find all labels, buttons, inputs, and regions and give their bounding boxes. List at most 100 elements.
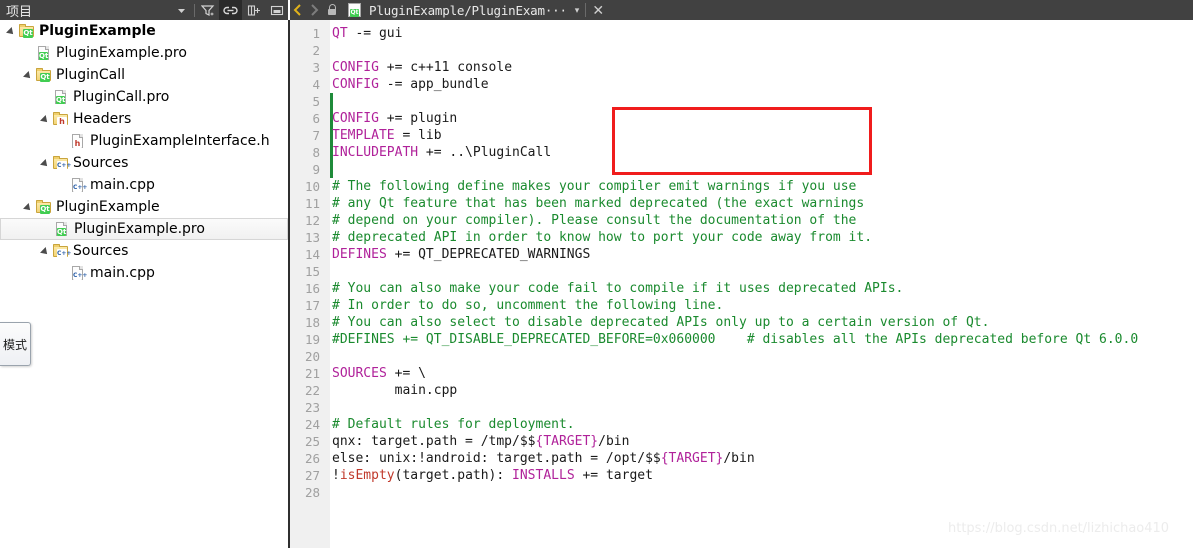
code-line-text: qnx: target.path = /tmp/$${TARGET}/bin: [332, 433, 629, 450]
code-line-text: INCLUDEPATH += ..\PluginCall: [332, 144, 551, 161]
code-line: 16 # You can also make your code fail to …: [290, 280, 1193, 297]
tree-item-label: PluginCall.pro: [73, 89, 170, 105]
expand-collapse-arrow-icon[interactable]: [40, 158, 53, 169]
tree-item-label: PluginExample.pro: [74, 221, 205, 237]
code-token: += ..\PluginCall: [425, 145, 552, 160]
line-number: 14: [304, 247, 320, 262]
tree-arrow-placeholder: [57, 180, 70, 191]
navigate-back-button[interactable]: [290, 0, 306, 20]
code-line: 13 # deprecated API in order to know how …: [290, 229, 1193, 246]
tree-item-pluginexample-pro[interactable]: Qt PluginExample.pro: [0, 42, 288, 64]
filter-dropdown-caret-icon[interactable]: [170, 0, 193, 20]
editor-tab-title[interactable]: PluginExample/PluginExam···: [369, 3, 567, 18]
line-number: 3: [312, 60, 320, 75]
code-token: += plugin: [386, 111, 458, 126]
qt-badge: Qt: [39, 52, 49, 60]
code-line-text: # You can also make your code fail to co…: [332, 280, 903, 297]
mode-selector-tab[interactable]: 模式: [0, 322, 31, 366]
qt-badge: Qt: [350, 8, 359, 17]
code-text-area[interactable]: 1 QT -= gui 2 3 CONFIG += c++11 console 4 CONF…: [290, 20, 1193, 548]
cpp-folder-icon: C++: [53, 155, 72, 171]
code-token: += \: [394, 366, 426, 381]
code-line-text: # any Qt feature that has been marked de…: [332, 195, 864, 212]
filter-icon[interactable]: [196, 0, 219, 20]
lock-open-icon[interactable]: [322, 0, 342, 20]
tree-item-pluginexample[interactable]: Qt PluginExample: [0, 196, 288, 218]
line-number: 20: [304, 349, 320, 364]
code-line: 2: [290, 42, 1193, 59]
tree-item-sources[interactable]: C++ Sources: [0, 240, 288, 262]
code-token: # depend on your compiler). Please consu…: [332, 213, 857, 228]
line-number: 23: [304, 400, 320, 415]
expand-collapse-arrow-icon[interactable]: [6, 26, 19, 37]
close-icon[interactable]: ✕: [592, 3, 604, 17]
link-sync-icon[interactable]: [219, 0, 242, 20]
code-line-text: CONFIG += c++11 console: [332, 59, 512, 76]
qt-file-icon: Qt: [348, 2, 363, 18]
code-line-text: # In order to do so, uncomment the follo…: [332, 297, 723, 314]
expand-collapse-arrow-icon[interactable]: [40, 114, 53, 125]
code-token: -= gui: [355, 26, 403, 41]
code-lines: 1 QT -= gui 2 3 CONFIG += c++11 console 4 CONF…: [290, 25, 1193, 501]
line-number: 22: [304, 383, 320, 398]
line-number: 16: [304, 281, 320, 296]
code-token: # You can also select to disable depreca…: [332, 315, 990, 330]
code-line-text: CONFIG -= app_bundle: [332, 76, 489, 93]
line-number: 10: [304, 179, 320, 194]
code-line: 10 # The following define makes your comp…: [290, 178, 1193, 195]
code-line: 24 # Default rules for deployment.: [290, 416, 1193, 433]
tree-item-plugincall[interactable]: Qt PluginCall: [0, 64, 288, 86]
code-line: 4 CONFIG -= app_bundle: [290, 76, 1193, 93]
line-number: 28: [304, 485, 320, 500]
code-token: QT: [332, 26, 356, 41]
code-line-text: # You can also select to disable depreca…: [332, 314, 989, 331]
cpp-badge: C++: [57, 161, 72, 170]
code-line-text: else: unix:!android: target.path = /opt/…: [332, 450, 755, 467]
tree-item-headers[interactable]: h Headers: [0, 108, 288, 130]
tree-item-label: main.cpp: [90, 177, 155, 193]
line-number: 18: [304, 315, 320, 330]
code-token: /bin: [598, 434, 630, 449]
tree-item-sources[interactable]: C++ Sources: [0, 152, 288, 174]
code-line-text: main.cpp: [332, 382, 458, 399]
code-line: 9: [290, 161, 1193, 178]
line-number: 11: [304, 196, 320, 211]
sidebar-title: 项目: [6, 4, 33, 20]
chevron-down-icon[interactable]: ▾: [575, 5, 580, 16]
tree-arrow-placeholder: [57, 268, 70, 279]
expand-collapse-arrow-icon[interactable]: [23, 202, 36, 213]
expand-collapse-arrow-icon[interactable]: [40, 246, 53, 257]
navigate-forward-button[interactable]: [306, 0, 322, 20]
code-line: 25 qnx: target.path = /tmp/$${TARGET}/bin: [290, 433, 1193, 450]
code-line: 18 # You can also select to disable depre…: [290, 314, 1193, 331]
watermark-text: https://blog.csdn.net/lizhichao410: [948, 521, 1170, 536]
cpp-badge: C++: [73, 184, 88, 192]
line-number: 5: [312, 94, 320, 109]
line-number: 27: [304, 468, 320, 483]
line-number: 25: [304, 434, 320, 449]
code-line-text: !isEmpty(target.path): INSTALLS += targe…: [332, 467, 653, 484]
line-number: 8: [312, 145, 320, 160]
tree-arrow-placeholder: [41, 224, 54, 235]
tree-item-main-cpp[interactable]: C++ main.cpp: [0, 262, 288, 284]
tree-item-main-cpp[interactable]: C++ main.cpp: [0, 174, 288, 196]
tree-item-pluginexampleinterface-h[interactable]: h PluginExampleInterface.h: [0, 130, 288, 152]
cpp-file-icon: C++: [70, 265, 87, 281]
split-add-icon[interactable]: [242, 0, 265, 20]
code-line: 14 DEFINES += QT_DEPRECATED_WARNINGS: [290, 246, 1193, 263]
project-tree[interactable]: Qt PluginExample Qt PluginExample.pro Qt Plug…: [0, 20, 288, 548]
code-line: 8 INCLUDEPATH += ..\PluginCall: [290, 144, 1193, 161]
tree-item-plugincall-pro[interactable]: Qt PluginCall.pro: [0, 86, 288, 108]
line-number: 9: [312, 162, 320, 177]
tree-item-label: PluginExample: [56, 199, 160, 215]
expand-collapse-arrow-icon[interactable]: [23, 70, 36, 81]
project-sidebar: 项目 Qt PluginExample Qt PluginExample.pro…: [0, 0, 288, 548]
code-token: += target: [582, 468, 653, 483]
minimize-panel-icon[interactable]: [265, 0, 288, 20]
tree-item-pluginexample-pro[interactable]: Qt PluginExample.pro: [0, 218, 288, 240]
tree-item-pluginexample[interactable]: Qt PluginExample: [0, 20, 288, 42]
code-line: 20: [290, 348, 1193, 365]
qt-folder-icon: Qt: [36, 67, 52, 83]
qt-folder-icon: Qt: [19, 23, 35, 39]
editor-tab-bar: Qt PluginExample/PluginExam··· ▾ ✕: [290, 0, 1193, 20]
